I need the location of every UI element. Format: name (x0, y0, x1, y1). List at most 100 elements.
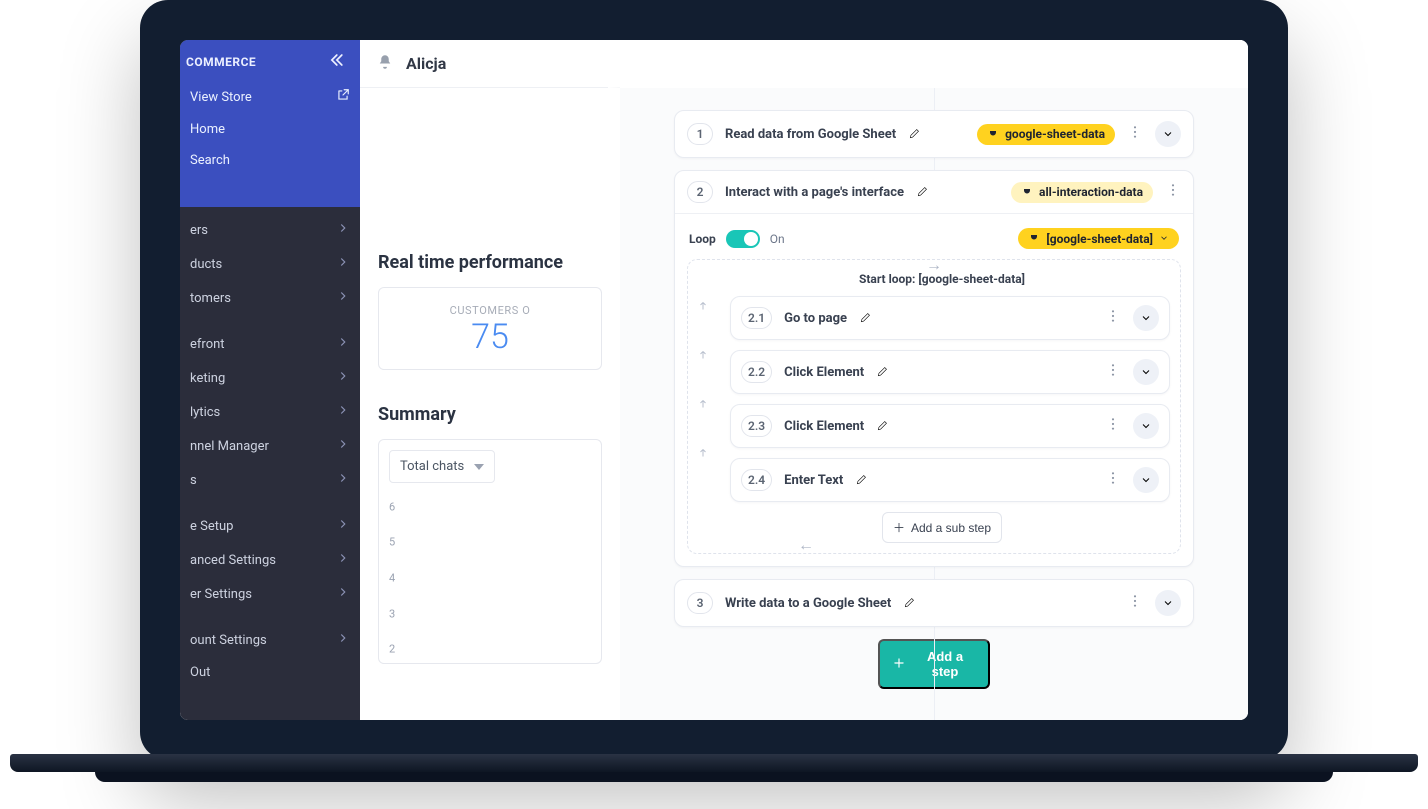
sub-step-card[interactable]: 2.1 Go to page (730, 296, 1170, 340)
pencil-icon[interactable] (876, 363, 890, 382)
plug-icon (1028, 231, 1040, 246)
arrow-up-icon (696, 349, 710, 364)
sub-step-card[interactable]: 2.4 Enter Text (730, 458, 1170, 502)
workflow-panel: 1 Read data from Google Sheet google-she… (620, 40, 1248, 720)
chevron-down-icon[interactable] (1133, 467, 1159, 493)
sub-step-card[interactable]: 2.2 Click Element (730, 350, 1170, 394)
sidebar-link-search[interactable]: Search (180, 145, 360, 176)
ytick: 3 (389, 607, 395, 620)
chevron-right-icon (336, 403, 350, 421)
arrow-up-icon (696, 398, 710, 413)
pencil-icon[interactable] (908, 125, 922, 144)
chevron-right-icon (336, 631, 350, 649)
sidebar-item[interactable]: ers (180, 213, 360, 247)
chevron-right-icon (336, 471, 350, 489)
chevron-right-icon (336, 221, 350, 239)
chevron-right-icon (336, 585, 350, 603)
plus-icon (892, 656, 906, 673)
sidebar-link-label: Home (190, 122, 225, 137)
plug-icon (1021, 185, 1033, 200)
sub-step-number: 2.1 (741, 307, 772, 329)
arrow-up-icon (696, 300, 710, 315)
step-card[interactable]: 3 Write data to a Google Sheet (674, 579, 1194, 627)
step-number: 1 (687, 123, 713, 145)
loop-state: On (770, 232, 785, 246)
ytick: 2 (389, 643, 395, 656)
output-chip[interactable]: google-sheet-data (977, 124, 1115, 145)
step-title: Write data to a Google Sheet (725, 596, 891, 611)
pencil-icon[interactable] (876, 417, 890, 436)
sub-step-card[interactable]: 2.3 Click Element (730, 404, 1170, 448)
arrow-up-icon (696, 447, 710, 462)
chevron-right-icon (336, 335, 350, 353)
kebab-icon[interactable] (1105, 308, 1121, 328)
sub-step-number: 2.3 (741, 415, 772, 437)
sub-step-title: Enter Text (784, 473, 843, 488)
chevron-down-icon[interactable] (1155, 590, 1181, 616)
sidebar-item[interactable]: anced Settings (180, 543, 360, 577)
sidebar-link-home[interactable]: Home (180, 114, 360, 145)
kebab-icon[interactable] (1165, 182, 1181, 202)
step-number: 3 (687, 592, 713, 614)
add-step-button[interactable]: Add a step (878, 639, 990, 689)
sidebar-link-label: View Store (190, 90, 252, 105)
loop-toggle[interactable] (726, 230, 760, 248)
sidebar-item[interactable]: keting (180, 361, 360, 395)
realtime-title: Real time performance (378, 252, 602, 273)
sidebar-item[interactable]: er Settings (180, 577, 360, 611)
plus-icon: ＋ (893, 519, 905, 536)
sidebar: COMMERCE View Store Home (180, 40, 360, 720)
chevron-down-icon (1159, 232, 1169, 246)
kebab-icon[interactable] (1105, 470, 1121, 490)
plug-icon (987, 127, 999, 142)
sub-step-title: Go to page (784, 311, 847, 326)
chevron-right-icon (336, 437, 350, 455)
kebab-icon[interactable] (1127, 124, 1143, 144)
summary-title: Summary (378, 404, 602, 425)
loop-source-chip[interactable]: [google-sheet-data] (1018, 228, 1179, 249)
collapse-sidebar-button[interactable] (326, 50, 346, 74)
chevron-right-icon (336, 551, 350, 569)
ytick: 5 (389, 536, 395, 549)
sidebar-item[interactable]: lytics (180, 395, 360, 429)
sidebar-link-label: Search (190, 153, 230, 168)
sidebar-item[interactable]: tomers (180, 281, 360, 315)
step-card[interactable]: 2 Interact with a page's interface all-i… (674, 170, 1194, 567)
step-card[interactable]: 1 Read data from Google Sheet google-she… (674, 110, 1194, 158)
add-sub-step-button[interactable]: ＋ Add a sub step (882, 512, 1002, 543)
sub-step-number: 2.2 (741, 361, 772, 383)
sidebar-item[interactable]: Out (180, 657, 360, 688)
ytick: 6 (389, 500, 395, 513)
pencil-icon[interactable] (855, 471, 869, 490)
kebab-icon[interactable] (1127, 593, 1143, 613)
stat-label: CUSTOMERS O (397, 304, 583, 317)
kebab-icon[interactable] (1105, 416, 1121, 436)
bell-icon[interactable] (376, 53, 394, 75)
sidebar-item[interactable]: e Setup (180, 509, 360, 543)
sidebar-item[interactable]: efront (180, 327, 360, 361)
chevron-down-icon[interactable] (1133, 359, 1159, 385)
chevron-down-icon[interactable] (1155, 121, 1181, 147)
sub-step-number: 2.4 (741, 469, 772, 491)
sidebar-item[interactable]: ount Settings (180, 623, 360, 657)
sidebar-link-view-store[interactable]: View Store (180, 80, 360, 114)
metric-select[interactable]: Total chats (389, 450, 495, 483)
sidebar-item[interactable]: nnel Manager (180, 429, 360, 463)
output-chip[interactable]: all-interaction-data (1011, 182, 1153, 203)
chevron-right-icon (336, 255, 350, 273)
loop-label: Loop (689, 232, 716, 246)
pencil-icon[interactable] (916, 183, 930, 202)
sub-step-title: Click Element (784, 365, 864, 380)
pencil-icon[interactable] (859, 309, 873, 328)
chevron-down-icon[interactable] (1133, 413, 1159, 439)
pencil-icon[interactable] (903, 594, 917, 613)
sidebar-item[interactable]: s (180, 463, 360, 497)
kebab-icon[interactable] (1105, 362, 1121, 382)
topbar: Alicja (360, 40, 620, 88)
sidebar-item[interactable]: ducts (180, 247, 360, 281)
arrow-right-icon: → (926, 255, 942, 275)
stat-value: 75 (397, 317, 583, 357)
external-link-icon (336, 88, 350, 106)
step-title: Interact with a page's interface (725, 185, 904, 200)
chevron-down-icon[interactable] (1133, 305, 1159, 331)
